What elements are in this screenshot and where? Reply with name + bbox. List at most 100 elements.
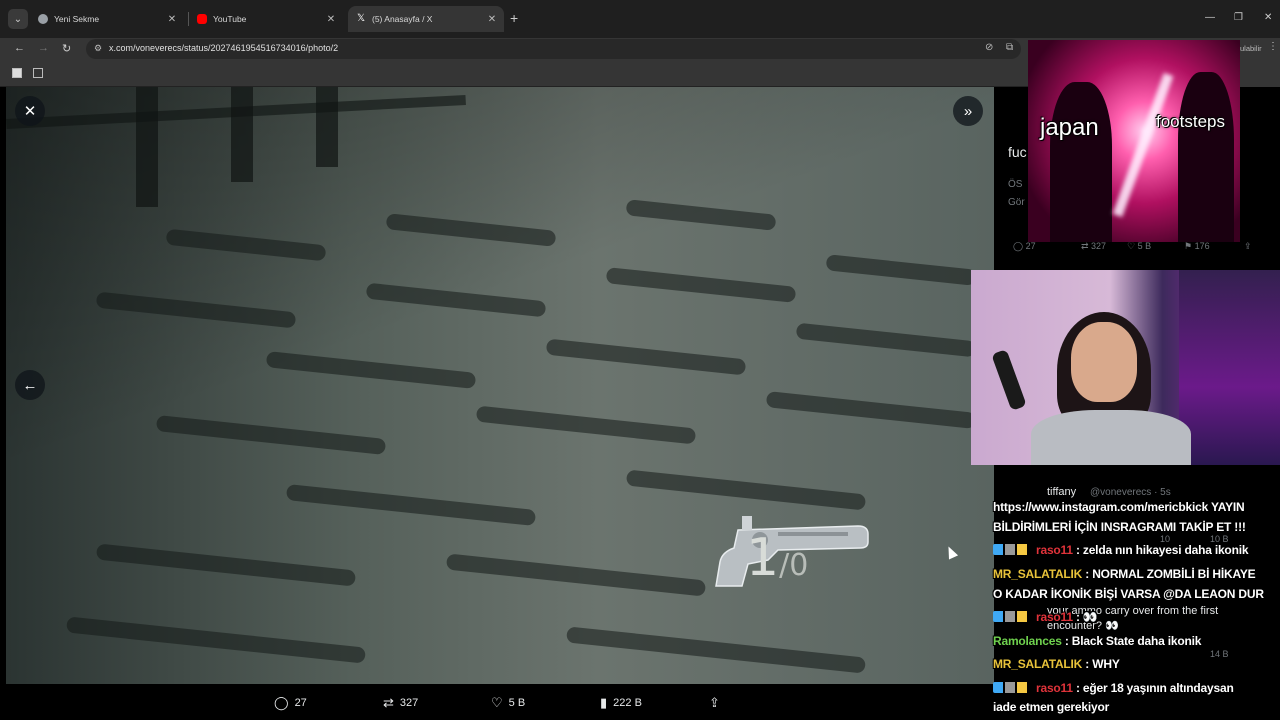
tab-x-home[interactable]: 𝕏 (5) Anasayfa / X ✕ xyxy=(348,6,504,32)
cast-icon[interactable]: ⧉ xyxy=(1006,42,1013,53)
browser-toolbar-sliver: ulabilir ⋮ xyxy=(1240,40,1280,87)
tab-label: YouTube xyxy=(213,14,247,24)
reply-count: 27 xyxy=(294,697,307,709)
previous-photo-button[interactable]: ← xyxy=(15,370,45,400)
chat-badges-icon xyxy=(993,682,1033,693)
share-upload-icon: ⇪ xyxy=(709,695,720,710)
arrow-left-icon: ← xyxy=(22,376,38,394)
chat-text: https://www.instagram.com/mericbkick YAY… xyxy=(993,500,1245,514)
chat-username: raso11 xyxy=(1036,543,1073,557)
floor-tile xyxy=(285,483,537,527)
close-tab-icon[interactable]: ✕ xyxy=(486,14,498,25)
chat-username: raso11 xyxy=(1036,610,1073,624)
floor-tile xyxy=(155,415,387,455)
heart-icon: ♡ xyxy=(491,695,503,710)
floor-tile xyxy=(365,282,547,318)
expand-panel-button[interactable]: » xyxy=(953,96,983,126)
tweet-action-bar: ◯ 27 ⇄ 327 ♡ 5 B ▮ 222 B ⇪ xyxy=(0,684,995,720)
share-button[interactable]: ⇪ xyxy=(709,695,726,711)
chat-message: MR_SALATALIK : NORMAL ZOMBİLİ Bİ HİKAYE xyxy=(993,567,1256,581)
right-dancer-silhouette xyxy=(1178,72,1234,242)
tab-search-chevron-icon[interactable]: ⌄ xyxy=(8,9,28,29)
bookmark-page-icon[interactable] xyxy=(12,68,22,78)
chat-message: Ramolances : Black State daha ikonik xyxy=(993,634,1201,648)
reload-icon[interactable]: ↻ xyxy=(62,42,71,55)
microphone xyxy=(991,349,1027,411)
chat-text: : Black State daha ikonik xyxy=(1061,634,1202,648)
chat-text: iade etmen gerekiyor xyxy=(993,700,1110,714)
like-button[interactable]: ♡ 5 B xyxy=(491,695,525,711)
floor-tile xyxy=(475,405,697,445)
column-like-count[interactable]: ♡ 5 B xyxy=(1127,241,1151,252)
ammo-counter: 1/0 xyxy=(746,528,808,588)
repost-icon: ⇄ xyxy=(383,695,394,710)
minimize-icon[interactable]: — xyxy=(1205,12,1215,23)
close-viewer-button[interactable]: ✕ xyxy=(15,96,45,126)
floor-tile xyxy=(795,322,977,358)
chat-text: BİLDİRİMLERİ İÇİN INSRAGRAMI TAKİP ET !!… xyxy=(993,520,1246,534)
floor-tile xyxy=(765,391,977,429)
repost-button[interactable]: ⇄ 327 xyxy=(383,695,418,711)
chrome-icon xyxy=(38,14,48,24)
close-icon: ✕ xyxy=(23,103,37,120)
chat-username: MR_SALATALIK xyxy=(993,657,1083,671)
streamer-shirt xyxy=(1031,410,1191,465)
floor-tile xyxy=(265,351,477,389)
tab-youtube[interactable]: YouTube ✕ xyxy=(189,6,343,32)
camera-blocked-icon[interactable]: ⊘ xyxy=(985,42,993,53)
close-tab-icon[interactable]: ✕ xyxy=(166,14,178,25)
chat-message: raso11 : eğer 18 yaşının altındaysan xyxy=(993,681,1234,695)
chat-text: : 👀 xyxy=(1072,610,1098,624)
column-bookmark-count[interactable]: ⚑ 176 xyxy=(1184,241,1210,252)
streamer-face xyxy=(1071,322,1137,402)
apps-grid-icon[interactable] xyxy=(33,68,43,78)
floor-tile xyxy=(385,213,557,247)
site-info-icon[interactable]: ⚙ xyxy=(94,43,102,54)
reply-bubble-icon: ◯ xyxy=(274,695,289,710)
bar-chart-icon: ▮ xyxy=(600,695,608,710)
floor-tile xyxy=(545,338,747,376)
close-tab-icon[interactable]: ✕ xyxy=(325,14,337,25)
column-repost-count[interactable]: ⇄ 327 xyxy=(1081,241,1106,252)
tweet-text-snippet: fuc xyxy=(1008,144,1027,160)
floor-tile xyxy=(625,199,777,231)
more-menu-icon[interactable]: ⋮ xyxy=(1268,41,1278,52)
chat-text: : zelda nın hikayesi daha ikonik xyxy=(1072,543,1249,557)
chat-message: BİLDİRİMLERİ İÇİN INSRAGRAMI TAKİP ET !!… xyxy=(993,520,1246,534)
chat-text: : NORMAL ZOMBİLİ Bİ HİKAYE xyxy=(1082,567,1256,581)
see-more-snippet[interactable]: Gör xyxy=(1008,197,1025,208)
views-button[interactable]: ▮ 222 B xyxy=(600,695,642,711)
chat-text: : eğer 18 yaşının altındaysan xyxy=(1072,681,1234,695)
sync-text: ulabilir xyxy=(1240,44,1262,53)
floor-tile xyxy=(565,626,867,674)
collectibles-shelf xyxy=(1179,270,1280,465)
translate-snippet[interactable]: ÖS xyxy=(1008,179,1022,190)
close-window-icon[interactable]: ✕ xyxy=(1264,12,1272,23)
column-reply-count[interactable]: ◯ 27 xyxy=(1013,241,1036,252)
maximize-icon[interactable]: ❐ xyxy=(1234,12,1243,23)
reply-button[interactable]: ◯ 27 xyxy=(274,695,307,711)
stream-chat-overlay: https://www.instagram.com/mericbkick YAY… xyxy=(993,478,1280,720)
balcony-pillar xyxy=(316,87,338,167)
floor-tile xyxy=(95,543,357,587)
forward-arrow-icon[interactable]: → xyxy=(38,42,49,54)
address-bar[interactable]: ⚙ x.com/voneverecs/status/20274619545167… xyxy=(86,39,1021,59)
tab-label: Yeni Sekme xyxy=(54,14,100,24)
x-logo-icon: 𝕏 xyxy=(356,13,366,24)
double-chevron-right-icon: » xyxy=(963,102,973,120)
balcony-pillar xyxy=(136,87,158,207)
floor-tile xyxy=(445,553,707,597)
chat-message: O KADAR İKONİK BİŞİ VARSA @DA LEAON DUR xyxy=(993,587,1264,601)
ammo-separator: / xyxy=(779,548,790,583)
chat-username: MR_SALATALIK xyxy=(993,567,1083,581)
photo-viewer[interactable]: 1/0 ✕ » ← xyxy=(6,87,994,684)
balcony-pillar xyxy=(231,87,253,182)
chat-message: raso11 : 👀 xyxy=(993,610,1098,624)
tab-new-tab[interactable]: Yeni Sekme ✕ xyxy=(30,6,184,32)
chat-username: raso11 xyxy=(1036,681,1073,695)
column-share-icon[interactable]: ⇪ xyxy=(1244,241,1252,252)
back-arrow-icon[interactable]: ← xyxy=(14,42,25,54)
new-tab-button[interactable]: + xyxy=(510,10,518,26)
url-text[interactable]: x.com/voneverecs/status/2027461954516734… xyxy=(109,43,338,53)
chat-message: raso11 : zelda nın hikayesi daha ikonik xyxy=(993,543,1249,557)
